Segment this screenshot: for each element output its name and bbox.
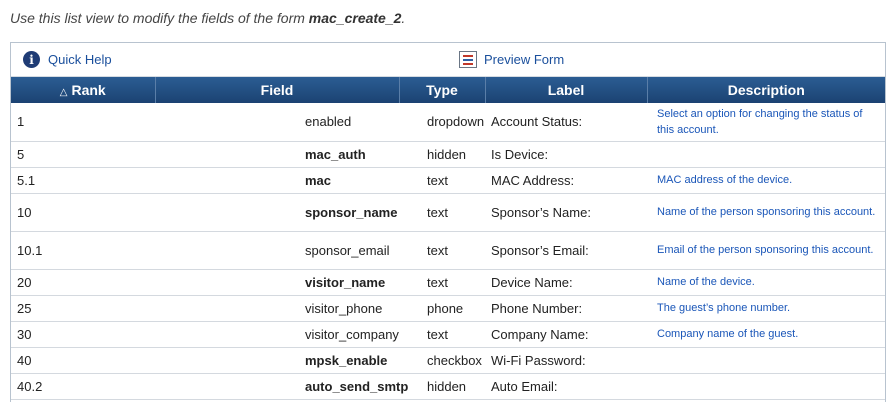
label-cell: Phone Number: [485,295,647,322]
quick-help-label: Quick Help [48,52,112,67]
description-cell: The guest’s phone number. [647,295,885,322]
rank-column-header[interactable]: △ Rank [11,77,156,103]
label-cell: Is Device: [485,141,647,168]
table-row[interactable]: 10.1 sponsor_email text Sponsor’s Email: Ema… [11,231,885,270]
type-cell: text [399,231,485,270]
rank-cell: 40 [11,347,155,374]
label-cell: Sponsor’s Email: [485,231,647,270]
toolbar: i Quick Help Preview Form [11,43,885,77]
table-header-row: △ Rank Field Type Label Description [11,77,885,103]
type-cell: hidden [399,141,485,168]
quick-help-link[interactable]: i Quick Help [23,51,112,68]
type-cell: dropdown [399,103,485,142]
description-cell: Email of the person sponsoring this acco… [647,231,885,270]
label-column-header[interactable]: Label [485,77,648,103]
type-cell: text [399,269,485,296]
field-cell[interactable]: sponsor_name [155,193,399,232]
type-cell: checkbox [399,347,485,374]
field-cell[interactable]: mpsk_enable [155,347,399,374]
rank-cell: 1 [11,103,155,142]
sort-ascending-icon: △ [59,87,68,98]
label-cell: Account Status: [485,103,647,142]
label-cell: Device Name: [485,269,647,296]
label-cell: Wi-Fi Password: [485,347,647,374]
rank-cell: 10 [11,193,155,232]
label-cell: Sponsor’s Name: [485,193,647,232]
info-icon: i [23,51,40,68]
rank-cell: 5 [11,141,155,168]
table-row[interactable]: 40.2 auto_send_smtp hidden Auto Email: [11,373,885,400]
table-row[interactable]: 25 visitor_phone phone Phone Number: The gue… [11,295,885,322]
description-column-header[interactable]: Description [647,77,885,103]
type-column-header[interactable]: Type [399,77,486,103]
field-cell[interactable]: visitor_name [155,269,399,296]
field-column-header[interactable]: Field [155,77,400,103]
description-cell: Name of the device. [647,269,885,296]
intro-text: Use this list view to modify the fields … [10,10,405,26]
field-cell[interactable]: visitor_phone [155,295,399,322]
intro-suffix: . [401,10,406,26]
rank-header-label: Rank [71,82,106,98]
description-cell [647,141,885,168]
type-cell: text [399,167,485,194]
rank-cell: 30 [11,321,155,348]
rank-cell: 20 [11,269,155,296]
fields-panel: i Quick Help Preview Form △ Rank Field Ty… [10,42,886,402]
label-cell: Company Name: [485,321,647,348]
label-cell: MAC Address: [485,167,647,194]
table-row[interactable]: 1 enabled dropdown Account Status: Select an… [11,103,885,142]
form-name: mac_create_2 [308,10,402,26]
preview-form-link[interactable]: Preview Form [459,51,564,68]
field-cell[interactable]: mac_auth [155,141,399,168]
rank-cell: 10.1 [11,231,155,270]
description-cell [647,347,885,374]
type-cell: hidden [399,373,485,400]
description-cell: Company name of the guest. [647,321,885,348]
field-cell[interactable]: enabled [155,103,399,142]
type-cell: text [399,321,485,348]
description-cell: MAC address of the device. [647,167,885,194]
preview-form-label: Preview Form [484,52,565,67]
field-cell[interactable]: sponsor_email [155,231,399,270]
table-row[interactable]: 30 visitor_company text Company Name: Compan… [11,321,885,348]
intro-prefix: Use this list view to modify the fields … [10,10,309,26]
description-cell: Select an option for changing the status… [647,103,885,142]
type-cell: text [399,193,485,232]
rank-cell: 25 [11,295,155,322]
fields-table: △ Rank Field Type Label Description 1 enab… [11,77,885,400]
field-cell[interactable]: visitor_company [155,321,399,348]
table-row[interactable]: 5 mac_auth hidden Is Device: [11,141,885,168]
table-row[interactable]: 40 mpsk_enable checkbox Wi-Fi Password: [11,347,885,374]
rank-cell: 40.2 [11,373,155,400]
field-cell[interactable]: auto_send_smtp [155,373,408,400]
rank-cell: 5.1 [11,167,155,194]
table-row[interactable]: 10 sponsor_name text Sponsor’s Name: Name of… [11,193,885,232]
form-icon [459,51,477,68]
description-cell: Name of the person sponsoring this accou… [647,193,885,232]
table-row[interactable]: 20 visitor_name text Device Name: Name of th… [11,269,885,296]
table-row[interactable]: 5.1 mac text MAC Address: MAC address of the… [11,167,885,194]
label-cell: Auto Email: [485,373,647,400]
description-cell [647,373,885,400]
field-cell[interactable]: mac [155,167,399,194]
type-cell: phone [399,295,485,322]
